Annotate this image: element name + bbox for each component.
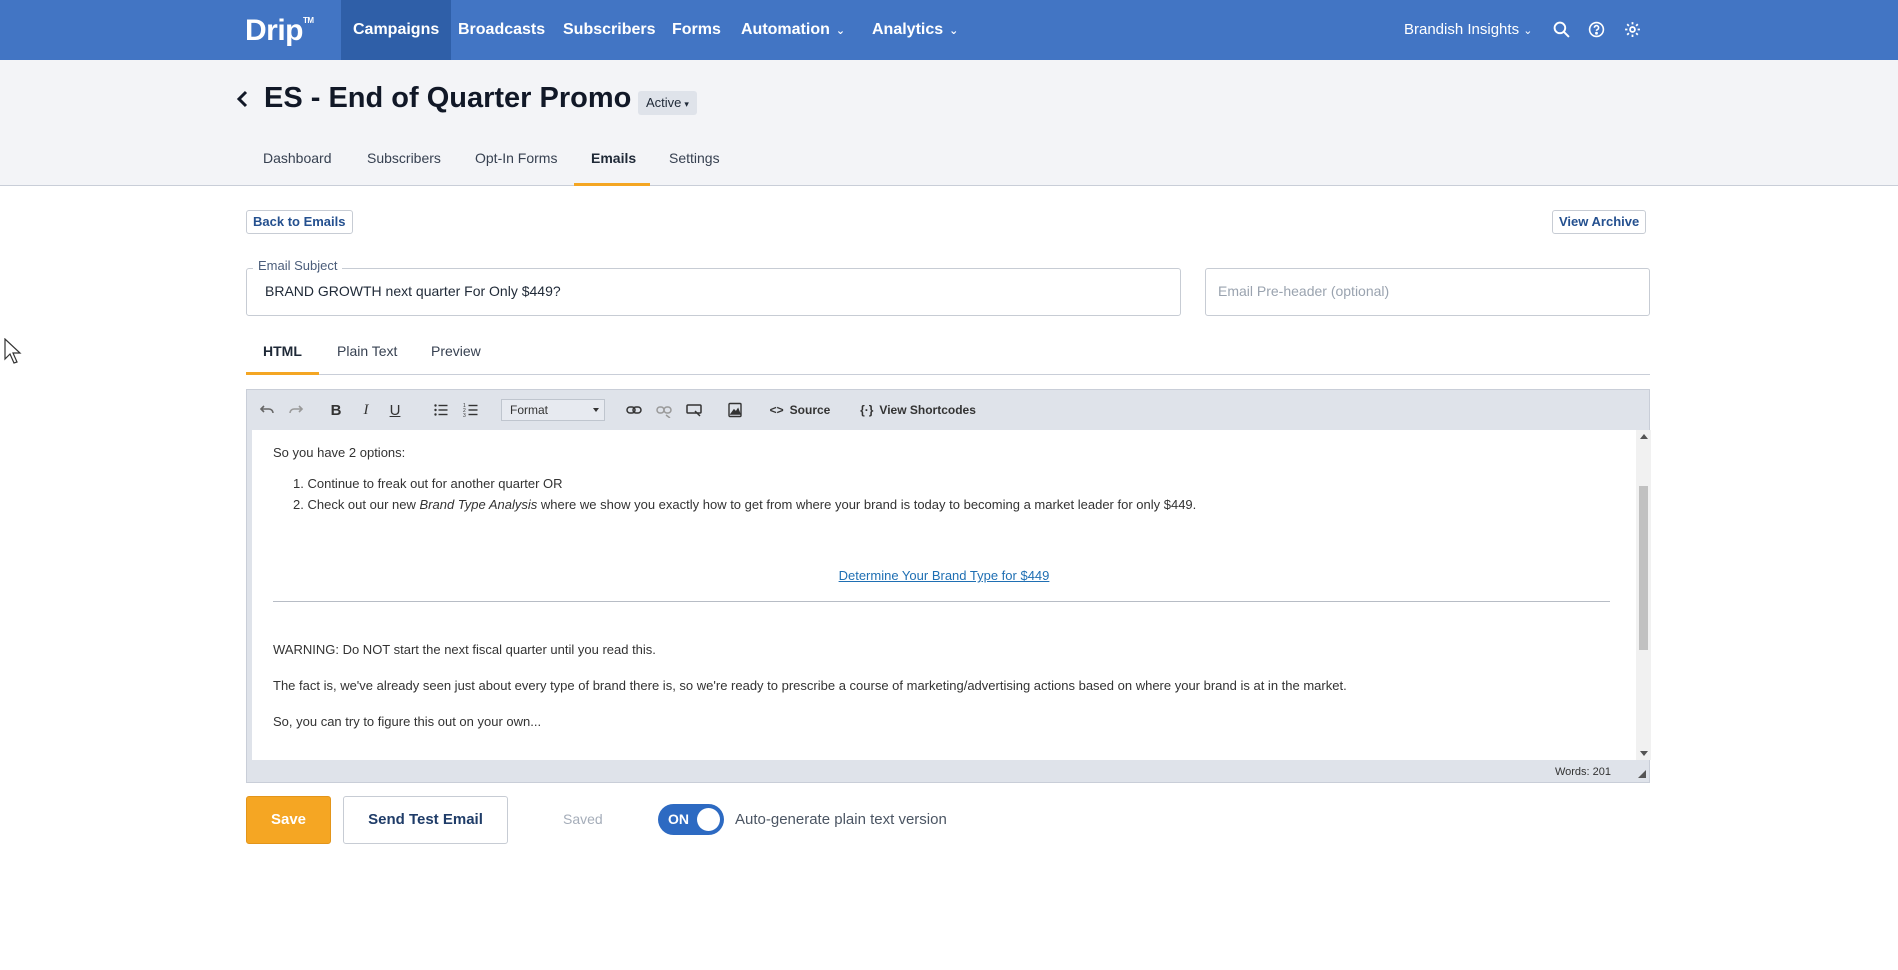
- editor-content[interactable]: So you have 2 options: 1. Continue to fr…: [252, 430, 1636, 760]
- tab-html[interactable]: HTML: [263, 343, 302, 359]
- warning-paragraph: WARNING: Do NOT start the next fiscal qu…: [273, 642, 656, 657]
- saved-status: Saved: [563, 811, 603, 827]
- gear-icon[interactable]: [1621, 18, 1643, 40]
- italic-icon[interactable]: I: [356, 398, 376, 422]
- editor-tabs-divider: [246, 374, 1650, 375]
- email-preheader-field[interactable]: Email Pre-header (optional): [1205, 268, 1650, 316]
- auto-plain-text-toggle[interactable]: ON: [658, 804, 724, 835]
- braces-icon: {·}: [860, 403, 874, 417]
- scroll-up-icon[interactable]: [1640, 434, 1648, 439]
- tab-opt-in-forms[interactable]: Opt-In Forms: [475, 150, 557, 166]
- redo-icon[interactable]: [285, 398, 307, 422]
- mouse-cursor-icon: [4, 338, 22, 364]
- fact-paragraph: The fact is, we've already seen just abo…: [273, 678, 1347, 693]
- link-icon[interactable]: [623, 398, 645, 422]
- search-icon[interactable]: [1550, 18, 1572, 40]
- view-shortcodes-button[interactable]: {·} View Shortcodes: [857, 398, 979, 422]
- send-test-email-button[interactable]: Send Test Email: [343, 796, 508, 844]
- image-icon[interactable]: [725, 398, 745, 422]
- tab-plain-text[interactable]: Plain Text: [337, 343, 397, 359]
- email-preheader-placeholder: Email Pre-header (optional): [1218, 283, 1390, 299]
- tab-emails[interactable]: Emails: [591, 150, 636, 166]
- editor-toolbar: B I U 123 Format <> Source {·} View Shortc…: [247, 390, 1651, 430]
- editor-status-bar: Words: 201: [247, 760, 1651, 784]
- chevron-down-icon: ⌄: [949, 25, 959, 37]
- divider: [273, 601, 1610, 602]
- anchor-icon[interactable]: [683, 398, 705, 422]
- nav-subscribers[interactable]: Subscribers: [551, 0, 667, 60]
- word-count: Words: 201: [1554, 766, 1611, 778]
- list-item: 1. Continue to freak out for another qua…: [293, 476, 563, 491]
- tab-settings[interactable]: Settings: [669, 150, 720, 166]
- status-badge[interactable]: Active ▾: [638, 91, 697, 115]
- unlink-icon[interactable]: [653, 398, 675, 422]
- nav-forms[interactable]: Forms: [660, 0, 733, 60]
- brand-type-link[interactable]: Determine Your Brand Type for $449: [252, 568, 1636, 583]
- email-subject-field[interactable]: BRAND GROWTH next quarter For Only $449?: [246, 268, 1181, 316]
- toggle-state: ON: [668, 811, 689, 827]
- back-to-emails-button[interactable]: Back to Emails: [246, 210, 353, 234]
- undo-icon[interactable]: [256, 398, 278, 422]
- list-item: 2. Check out our new Brand Type Analysis…: [293, 497, 1197, 512]
- nav-analytics[interactable]: Analytics ⌄: [860, 0, 970, 60]
- tab-subscribers[interactable]: Subscribers: [367, 150, 441, 166]
- view-archive-button[interactable]: View Archive: [1552, 210, 1647, 234]
- nav-broadcasts[interactable]: Broadcasts: [446, 0, 557, 60]
- source-button[interactable]: <> Source: [765, 398, 835, 422]
- active-tab-indicator: [574, 183, 650, 186]
- intro-paragraph: So you have 2 options:: [273, 445, 406, 460]
- help-icon[interactable]: [1585, 18, 1607, 40]
- scroll-thumb[interactable]: [1639, 486, 1648, 650]
- chevron-down-icon: ⌄: [1523, 25, 1533, 37]
- drip-logo[interactable]: DripTM: [245, 14, 314, 48]
- code-icon: <>: [769, 403, 784, 417]
- nav-automation[interactable]: Automation ⌄: [729, 0, 857, 60]
- toggle-knob: [697, 808, 720, 831]
- campaign-header: [0, 60, 1898, 186]
- tab-dashboard[interactable]: Dashboard: [263, 150, 332, 166]
- so-paragraph: So, you can try to figure this out on yo…: [273, 714, 542, 729]
- chevron-down-icon: ▾: [684, 99, 689, 109]
- active-editor-tab-indicator: [246, 372, 319, 375]
- account-switcher[interactable]: Brandish Insights ⌄: [1404, 0, 1532, 60]
- top-nav: DripTM Campaigns Broadcasts Subscribers …: [0, 0, 1898, 60]
- scroll-down-icon[interactable]: [1640, 751, 1648, 756]
- email-subject-value: BRAND GROWTH next quarter For Only $449?: [265, 283, 561, 299]
- svg-text:3: 3: [463, 413, 466, 418]
- back-chevron-icon[interactable]: [234, 88, 252, 110]
- chevron-down-icon: ⌄: [835, 25, 846, 37]
- page-title: ES - End of Quarter Promo: [264, 82, 632, 114]
- nav-campaigns[interactable]: Campaigns: [341, 0, 452, 60]
- bullet-list-icon[interactable]: [431, 398, 451, 422]
- email-subject-label: Email Subject: [253, 258, 343, 273]
- tab-preview[interactable]: Preview: [431, 343, 481, 359]
- numbered-list-icon[interactable]: 123: [461, 398, 481, 422]
- resize-handle-icon[interactable]: [1638, 770, 1646, 778]
- underline-icon[interactable]: U: [385, 398, 405, 422]
- toggle-label: Auto-generate plain text version: [735, 811, 947, 828]
- bold-icon[interactable]: B: [326, 398, 346, 422]
- save-button[interactable]: Save: [246, 796, 331, 844]
- rich-text-editor: B I U 123 Format <> Source {·} View Shortc…: [246, 389, 1651, 784]
- editor-scrollbar[interactable]: [1636, 430, 1651, 760]
- format-dropdown[interactable]: Format: [501, 399, 605, 421]
- caret-down-icon: [593, 408, 599, 412]
